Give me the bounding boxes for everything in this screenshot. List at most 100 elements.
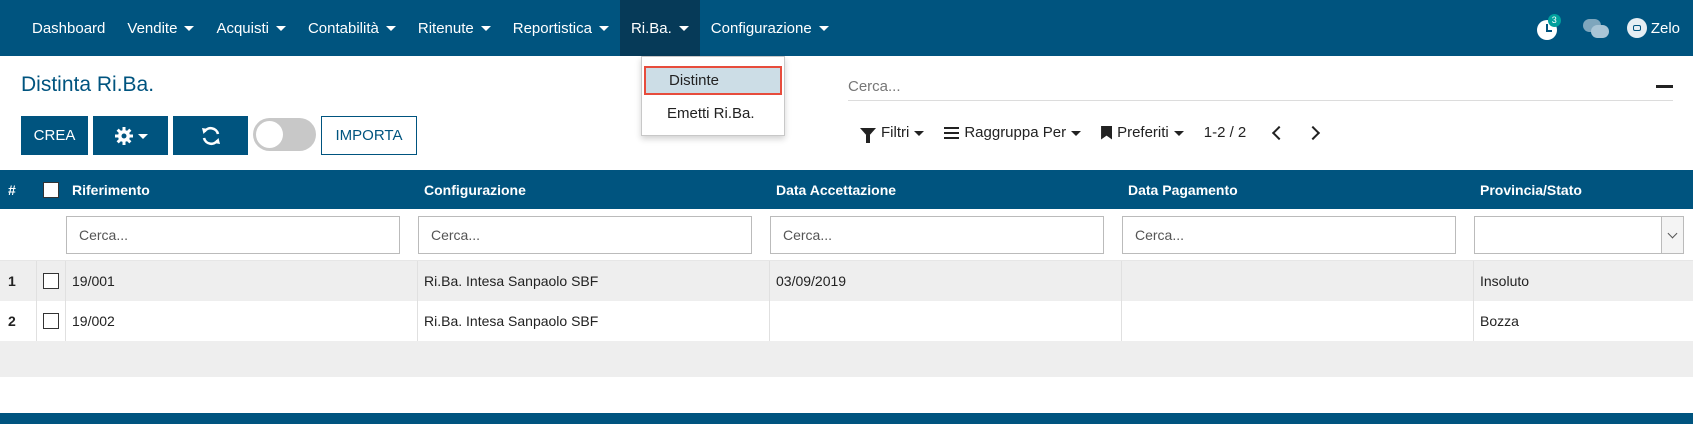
dropdown-item-distinte[interactable]: Distinte bbox=[644, 66, 782, 95]
main-menu: Dashboard Vendite Acquisti Contabilità R… bbox=[0, 0, 840, 56]
table-footer bbox=[0, 413, 1693, 424]
favorites-button[interactable]: Preferiti bbox=[1101, 124, 1184, 141]
table-row[interactable]: 2 19/002 Ri.Ba. Intesa Sanpaolo SBF Bozz… bbox=[0, 301, 1693, 341]
caret-down-icon bbox=[137, 133, 148, 139]
create-button[interactable]: CREA bbox=[21, 116, 88, 155]
menu-reportistica[interactable]: Reportistica bbox=[502, 0, 620, 56]
refresh-icon bbox=[201, 126, 220, 145]
filter-icon bbox=[860, 128, 876, 143]
dropdown-item-emetti-riba[interactable]: Emetti Ri.Ba. bbox=[642, 98, 784, 128]
empty-row bbox=[0, 377, 1693, 413]
table-row[interactable]: 1 19/001 Ri.Ba. Intesa Sanpaolo SBF 03/0… bbox=[0, 261, 1693, 301]
chevron-down-icon bbox=[1661, 217, 1683, 253]
header-riferimento[interactable]: Riferimento bbox=[72, 170, 150, 209]
menu-label: Vendite bbox=[127, 19, 178, 37]
menu-label: Dashboard bbox=[32, 19, 106, 37]
menu-label: Acquisti bbox=[216, 19, 269, 37]
refresh-button[interactable] bbox=[173, 116, 248, 155]
activity-menu[interactable]: 3 bbox=[1536, 14, 1561, 40]
search-options: Filtri Raggruppa Per Preferiti 1-2 / 2 bbox=[860, 124, 1330, 143]
avatar bbox=[1626, 18, 1647, 38]
bookmark-icon bbox=[1101, 125, 1113, 140]
cell-configurazione: Ri.Ba. Intesa Sanpaolo SBF bbox=[424, 273, 599, 289]
cell-riferimento: 19/002 bbox=[72, 313, 115, 329]
cell-data-accettazione: 03/09/2019 bbox=[776, 273, 847, 289]
select-all-checkbox-cell bbox=[43, 170, 59, 209]
top-navbar: Dashboard Vendite Acquisti Contabilità R… bbox=[0, 0, 1693, 56]
list-icon bbox=[944, 126, 960, 139]
caret-down-icon bbox=[1071, 130, 1082, 136]
menu-ritenute[interactable]: Ritenute bbox=[407, 0, 502, 56]
filters-label: Filtri bbox=[881, 124, 910, 141]
header-configurazione[interactable]: Configurazione bbox=[424, 170, 526, 209]
menu-label: Contabilità bbox=[307, 19, 379, 37]
menu-vendite[interactable]: Vendite bbox=[116, 0, 205, 56]
activity-count-badge: 3 bbox=[1547, 14, 1561, 27]
import-button[interactable]: IMPORTA bbox=[321, 116, 417, 155]
user-name: Zelo bbox=[1650, 19, 1680, 37]
chevron-right-icon[interactable] bbox=[1306, 125, 1321, 140]
filter-stato-select[interactable] bbox=[1474, 216, 1684, 254]
caret-down-icon bbox=[598, 26, 609, 31]
menu-label: Reportistica bbox=[512, 19, 592, 37]
empty-row bbox=[0, 341, 1693, 377]
groupby-label: Raggruppa Per bbox=[964, 124, 1067, 141]
camera-icon bbox=[1632, 25, 1641, 31]
row-number: 1 bbox=[8, 273, 16, 289]
filter-data-pagamento-input[interactable]: Cerca... bbox=[1122, 216, 1456, 254]
menu-acquisti[interactable]: Acquisti bbox=[205, 0, 297, 56]
systray: 3 Zelo bbox=[1536, 0, 1693, 56]
row-checkbox[interactable] bbox=[43, 313, 59, 329]
filter-configurazione-input[interactable]: Cerca... bbox=[418, 216, 752, 254]
search-bar bbox=[848, 73, 1673, 101]
row-checkbox[interactable] bbox=[43, 273, 59, 289]
row-checkbox-cell bbox=[43, 301, 59, 341]
filters-button[interactable]: Filtri bbox=[860, 124, 925, 143]
menu-label: Ritenute bbox=[417, 19, 474, 37]
riba-dropdown-menu: Distinte Emetti Ri.Ba. bbox=[641, 56, 785, 136]
menu-configurazione[interactable]: Configurazione bbox=[700, 0, 840, 56]
column-filter-row: Cerca... Cerca... Cerca... Cerca... bbox=[0, 209, 1693, 261]
select-all-checkbox[interactable] bbox=[43, 181, 59, 198]
caret-down-icon bbox=[1173, 130, 1184, 136]
cell-riferimento: 19/001 bbox=[72, 273, 115, 289]
collapse-icon[interactable] bbox=[1656, 85, 1673, 88]
cell-stato: Bozza bbox=[1480, 313, 1519, 329]
caret-down-icon bbox=[678, 26, 689, 31]
header-provincia-stato[interactable]: Provincia/Stato bbox=[1480, 170, 1582, 209]
filter-riferimento-input[interactable]: Cerca... bbox=[66, 216, 400, 254]
toggle-switch[interactable] bbox=[253, 118, 316, 151]
row-checkbox-cell bbox=[43, 261, 59, 301]
user-menu[interactable]: Zelo bbox=[1626, 18, 1680, 38]
menu-dashboard[interactable]: Dashboard bbox=[21, 0, 116, 56]
table-header: # Riferimento Configurazione Data Accett… bbox=[0, 170, 1693, 209]
caret-down-icon bbox=[184, 26, 195, 31]
pager-value[interactable]: 1-2 / 2 bbox=[1204, 124, 1247, 141]
header-data-accettazione[interactable]: Data Accettazione bbox=[776, 170, 896, 209]
caret-down-icon bbox=[818, 26, 829, 31]
action-menu-button[interactable] bbox=[93, 116, 168, 155]
menu-label: Ri.Ba. bbox=[630, 19, 672, 37]
favorites-label: Preferiti bbox=[1117, 124, 1169, 141]
toggle-knob bbox=[256, 121, 283, 148]
cell-configurazione: Ri.Ba. Intesa Sanpaolo SBF bbox=[424, 313, 599, 329]
groupby-button[interactable]: Raggruppa Per bbox=[944, 124, 1082, 141]
row-number: 2 bbox=[8, 313, 16, 329]
chevron-left-icon[interactable] bbox=[1272, 125, 1287, 140]
caret-down-icon bbox=[914, 130, 925, 136]
menu-label: Configurazione bbox=[710, 19, 812, 37]
chat-bubble-icon bbox=[1590, 25, 1609, 38]
menu-contabilita[interactable]: Contabilità bbox=[297, 0, 407, 56]
caret-down-icon bbox=[480, 26, 491, 31]
search-input[interactable] bbox=[848, 73, 1628, 99]
caret-down-icon bbox=[385, 26, 396, 31]
header-num: # bbox=[8, 181, 16, 198]
filter-data-accettazione-input[interactable]: Cerca... bbox=[770, 216, 1104, 254]
cell-stato: Insoluto bbox=[1480, 273, 1530, 289]
caret-down-icon bbox=[275, 26, 286, 31]
page-title: Distinta Ri.Ba. bbox=[21, 73, 155, 96]
messaging-menu[interactable] bbox=[1582, 17, 1611, 39]
header-data-pagamento[interactable]: Data Pagamento bbox=[1128, 170, 1238, 209]
menu-riba[interactable]: Ri.Ba. bbox=[619, 0, 700, 56]
gear-icon bbox=[114, 126, 133, 145]
